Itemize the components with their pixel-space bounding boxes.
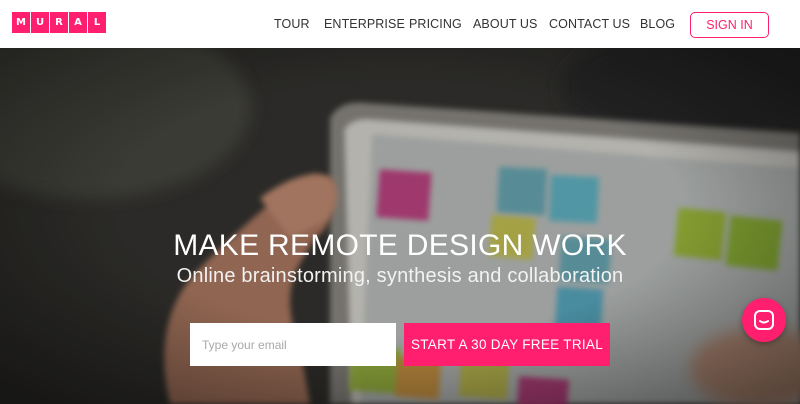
nav-enterprise[interactable]: ENTERPRISE [324, 17, 405, 31]
hero-subheadline: Online brainstorming, synthesis and coll… [176, 265, 624, 287]
nav-pricing[interactable]: PRICING [409, 17, 462, 31]
start-free-trial-button[interactable]: START A 30 DAY FREE TRIAL [404, 323, 610, 366]
nav-tour[interactable]: TOUR [274, 17, 310, 31]
nav-contact-us[interactable]: CONTACT US [549, 17, 630, 31]
nav-blog[interactable]: BLOG [640, 17, 675, 31]
email-input[interactable] [190, 323, 396, 366]
hero-section: MAKE REMOTE DESIGN WORK Online brainstor… [0, 48, 800, 404]
logo-letter: U [31, 12, 49, 33]
logo-letter: R [50, 12, 68, 33]
chat-widget-button[interactable] [742, 298, 786, 342]
mural-logo[interactable]: M U R A L [12, 12, 107, 33]
logo-letter: L [88, 12, 106, 33]
hero-headline: MAKE REMOTE DESIGN WORK [173, 229, 627, 262]
logo-letter: M [12, 12, 30, 33]
hero-dark-overlay [0, 48, 800, 404]
logo-letter: A [69, 12, 87, 33]
sign-in-button[interactable]: SIGN IN [690, 12, 769, 38]
chat-bubble-icon [754, 310, 774, 330]
nav-about-us[interactable]: ABOUT US [473, 17, 537, 31]
site-header: M U R A L TOUR ENTERPRISE PRICING ABOUT … [0, 0, 800, 48]
